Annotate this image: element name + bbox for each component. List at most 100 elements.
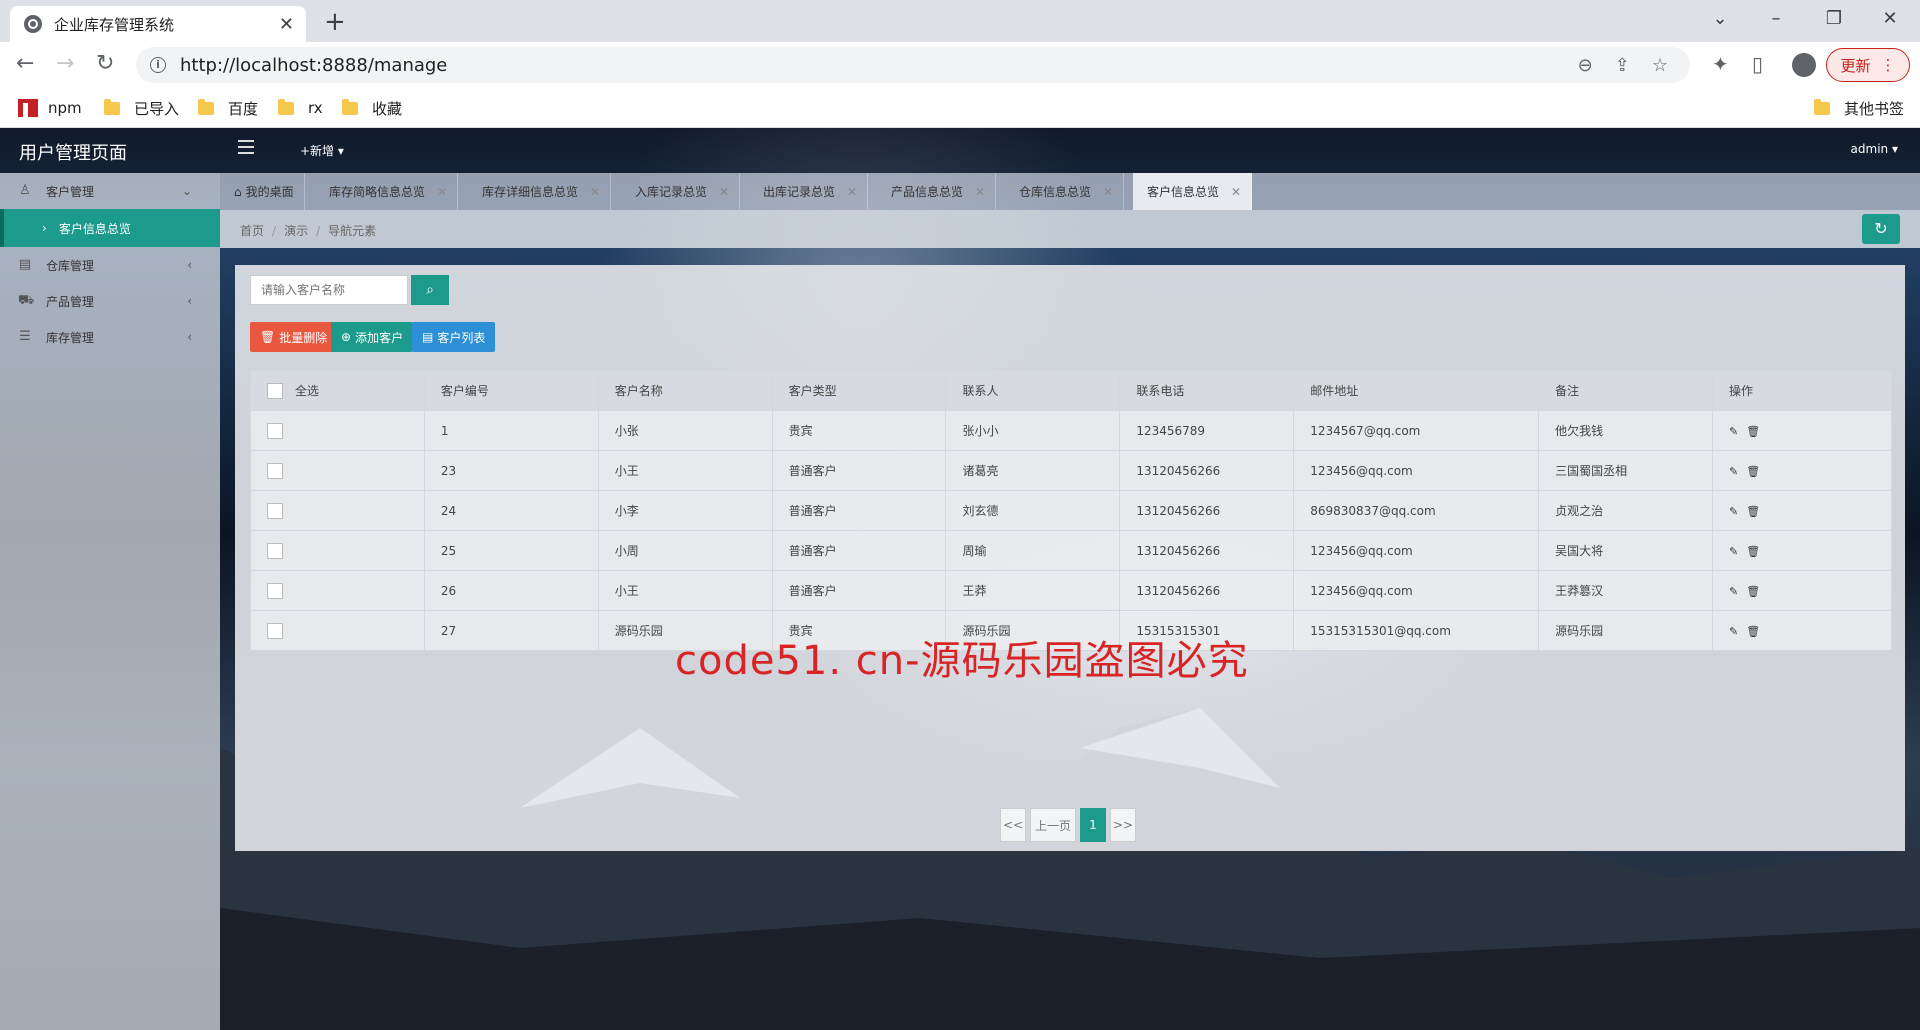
chevron-right-icon: ›: [42, 221, 47, 235]
pager-current[interactable]: 1: [1080, 808, 1106, 842]
header-contact: 联系人: [945, 370, 1121, 411]
app-viewport: 用户管理页面 +新增 ▾ admin ▾ ♙ 客户管理 ⌄ › 客户信息总览 ▤…: [0, 128, 1920, 1030]
user-menu[interactable]: admin ▾: [1851, 142, 1898, 156]
pager-last[interactable]: >>: [1110, 808, 1136, 842]
update-button[interactable]: 更新 ⋮: [1826, 48, 1910, 82]
back-button[interactable]: ←: [16, 52, 34, 76]
minimize-button[interactable]: –: [1764, 8, 1788, 29]
refresh-button[interactable]: ↻: [1862, 214, 1900, 244]
zoom-icon[interactable]: ⊖: [1578, 55, 1593, 76]
close-icon[interactable]: ✕: [719, 185, 729, 199]
menu-toggle-icon[interactable]: [238, 140, 254, 154]
omnibox[interactable]: i http://localhost:8888/manage ⊖ ⇪ ☆: [136, 47, 1690, 83]
row-checkbox[interactable]: [267, 622, 283, 639]
batch-delete-button[interactable]: 🗑 批量删除: [250, 322, 338, 352]
tab-inventory-detail[interactable]: 库存详细信息总览 ✕: [468, 173, 612, 210]
reload-button[interactable]: ↻: [96, 52, 114, 76]
url-text[interactable]: http://localhost:8888/manage: [180, 55, 1578, 76]
pager-first[interactable]: <<: [1000, 808, 1026, 842]
tab-home[interactable]: ⌂ 我的桌面: [220, 173, 305, 210]
bookmark-rx[interactable]: rx: [278, 96, 323, 120]
sidebar-item-customer[interactable]: ♙ 客户管理 ⌄: [0, 173, 220, 209]
browser-tab[interactable]: 企业库存管理系统 ✕: [10, 6, 306, 42]
cell-name: 小张: [597, 410, 773, 451]
tab-warehouse[interactable]: 仓库信息总览 ✕: [1005, 173, 1125, 210]
cell-name: 小周: [597, 530, 773, 571]
row-checkbox[interactable]: [267, 422, 283, 439]
restore-button[interactable]: ❐: [1822, 8, 1846, 29]
bookmark-other[interactable]: 其他书签: [1814, 96, 1904, 120]
pager-prev[interactable]: 上一页: [1030, 808, 1076, 842]
close-window-button[interactable]: ✕: [1878, 8, 1902, 29]
search-input[interactable]: [250, 275, 408, 305]
bookmark-baidu[interactable]: 百度: [198, 96, 258, 120]
sidebar-subitem-customer-overview[interactable]: › 客户信息总览: [0, 209, 220, 247]
header-label: 全选: [295, 383, 320, 398]
customer-table: 全选 客户编号 客户名称 客户类型 联系人 联系电话 邮件地址 备注 操作 1 …: [250, 370, 1892, 651]
sidebar-item-product[interactable]: ⛟ 产品管理 ‹: [0, 283, 220, 319]
share-icon[interactable]: ⇪: [1615, 55, 1630, 76]
forward-button[interactable]: →: [56, 52, 74, 76]
tab-product[interactable]: 产品信息总览 ✕: [877, 173, 997, 210]
edit-icon[interactable]: ✎: [1729, 505, 1738, 518]
trash-icon[interactable]: 🗑: [1746, 425, 1760, 438]
tab-inbound[interactable]: 入库记录总览 ✕: [621, 173, 741, 210]
close-icon[interactable]: ✕: [590, 185, 600, 199]
sidebar-item-label: 仓库管理: [46, 258, 95, 273]
watermark-text: code51. cn-源码乐园盗图必究: [675, 638, 1249, 684]
tab-customer[interactable]: 客户信息总览 ✕: [1133, 173, 1253, 210]
tab-search-icon[interactable]: ⌄: [1708, 8, 1732, 29]
chevron-down-icon: ⌄: [181, 184, 192, 198]
edit-icon[interactable]: ✎: [1729, 465, 1738, 478]
breadcrumb-home[interactable]: 首页: [240, 224, 264, 238]
close-icon[interactable]: ✕: [975, 185, 985, 199]
database-icon: ☰: [19, 329, 31, 344]
close-icon[interactable]: ✕: [437, 185, 447, 199]
star-icon[interactable]: ☆: [1652, 55, 1668, 76]
side-panel-icon[interactable]: ▯: [1752, 53, 1763, 75]
trash-icon[interactable]: 🗑: [1746, 625, 1760, 638]
table-row: 24 小李 普通客户 刘玄德 13120456266 869830837@qq.…: [250, 490, 1892, 531]
close-icon[interactable]: ✕: [847, 185, 857, 199]
sidebar-item-inventory[interactable]: ☰ 库存管理 ‹: [0, 319, 220, 355]
close-icon[interactable]: ✕: [1231, 185, 1241, 199]
row-checkbox[interactable]: [267, 502, 283, 519]
new-menu-label: +新增: [300, 144, 335, 158]
profile-icon[interactable]: [1792, 53, 1816, 77]
bookmark-imported[interactable]: 已导入: [104, 96, 179, 120]
user-icon: ♙: [19, 183, 31, 198]
trash-icon[interactable]: 🗑: [1746, 465, 1760, 478]
select-all-checkbox[interactable]: [267, 383, 283, 400]
close-icon[interactable]: ✕: [279, 14, 294, 35]
header-select-all[interactable]: 全选: [250, 370, 425, 411]
tab-outbound[interactable]: 出库记录总览 ✕: [749, 173, 869, 210]
edit-icon[interactable]: ✎: [1729, 425, 1738, 438]
tab-label: 库存简略信息总览: [329, 185, 426, 199]
new-menu[interactable]: +新增 ▾: [300, 142, 344, 159]
extensions-icon[interactable]: ✦: [1712, 53, 1729, 75]
cell-phone: 13120456266: [1119, 490, 1295, 531]
sidebar-item-warehouse[interactable]: ▤ 仓库管理 ‹: [0, 247, 220, 283]
tab-inventory-brief[interactable]: 库存简略信息总览 ✕: [315, 173, 459, 210]
customer-list-button[interactable]: ▤ 客户列表: [412, 322, 496, 352]
edit-icon[interactable]: ✎: [1729, 545, 1738, 558]
add-customer-button[interactable]: ⊕ 添加客户: [331, 322, 414, 352]
edit-icon[interactable]: ✎: [1729, 625, 1738, 638]
row-checkbox[interactable]: [267, 462, 283, 479]
cell-remark: 贞观之治: [1538, 490, 1714, 531]
trash-icon[interactable]: 🗑: [1746, 505, 1760, 518]
trash-icon[interactable]: 🗑: [1746, 545, 1760, 558]
new-tab-button[interactable]: +: [324, 8, 346, 36]
trash-icon[interactable]: 🗑: [1746, 585, 1760, 598]
cart-icon: ⛟: [18, 293, 35, 308]
info-icon[interactable]: i: [150, 57, 166, 73]
search-button[interactable]: ⌕: [411, 275, 449, 305]
edit-icon[interactable]: ✎: [1729, 585, 1738, 598]
breadcrumb-demo[interactable]: 演示: [284, 224, 308, 238]
bookmark-npm[interactable]: npm: [18, 96, 82, 120]
row-checkbox[interactable]: [267, 582, 283, 599]
cell-id: 23: [423, 450, 599, 491]
bookmark-favorites[interactable]: 收藏: [342, 96, 402, 120]
close-icon[interactable]: ✕: [1103, 185, 1113, 199]
row-checkbox[interactable]: [267, 542, 283, 559]
